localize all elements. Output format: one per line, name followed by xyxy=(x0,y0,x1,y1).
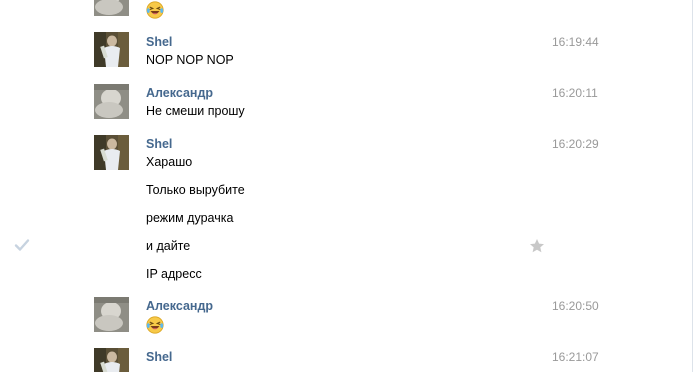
message-time[interactable]: 16:20:29 xyxy=(552,137,599,151)
check-icon[interactable] xyxy=(14,237,30,253)
avatar-shel[interactable] xyxy=(94,32,129,67)
message-text: режим дурачка xyxy=(146,211,234,225)
message-time[interactable]: 16:21:07 xyxy=(552,350,599,364)
message-text: Не смеши прошу xyxy=(146,104,245,118)
message-time[interactable]: 16:20:50 xyxy=(552,299,599,313)
message-text: NOP NOP NOP xyxy=(146,53,234,67)
laughing-tears-emoji xyxy=(146,316,164,334)
message-time[interactable]: 16:19:44 xyxy=(552,35,599,49)
laughing-tears-emoji xyxy=(146,1,164,19)
message-author[interactable]: Александр xyxy=(146,299,213,313)
message-author[interactable]: Shel xyxy=(146,350,172,364)
message-text: Только вырубите xyxy=(146,183,245,197)
avatar-shel[interactable] xyxy=(94,135,129,170)
message-author[interactable]: Shel xyxy=(146,137,172,151)
message-text: IP адресс xyxy=(146,267,202,281)
message-time[interactable]: 16:20:11 xyxy=(552,86,598,100)
avatar-alexander[interactable] xyxy=(94,297,129,332)
star-icon[interactable] xyxy=(529,238,545,254)
avatar-alexander[interactable] xyxy=(94,0,129,16)
message-text: и дайте xyxy=(146,239,191,253)
avatar-alexander[interactable] xyxy=(94,84,129,119)
message-author[interactable]: Александр xyxy=(146,86,213,100)
avatar-shel[interactable] xyxy=(94,348,129,372)
message-text: Харашо xyxy=(146,155,193,169)
message-author[interactable]: Shel xyxy=(146,35,172,49)
